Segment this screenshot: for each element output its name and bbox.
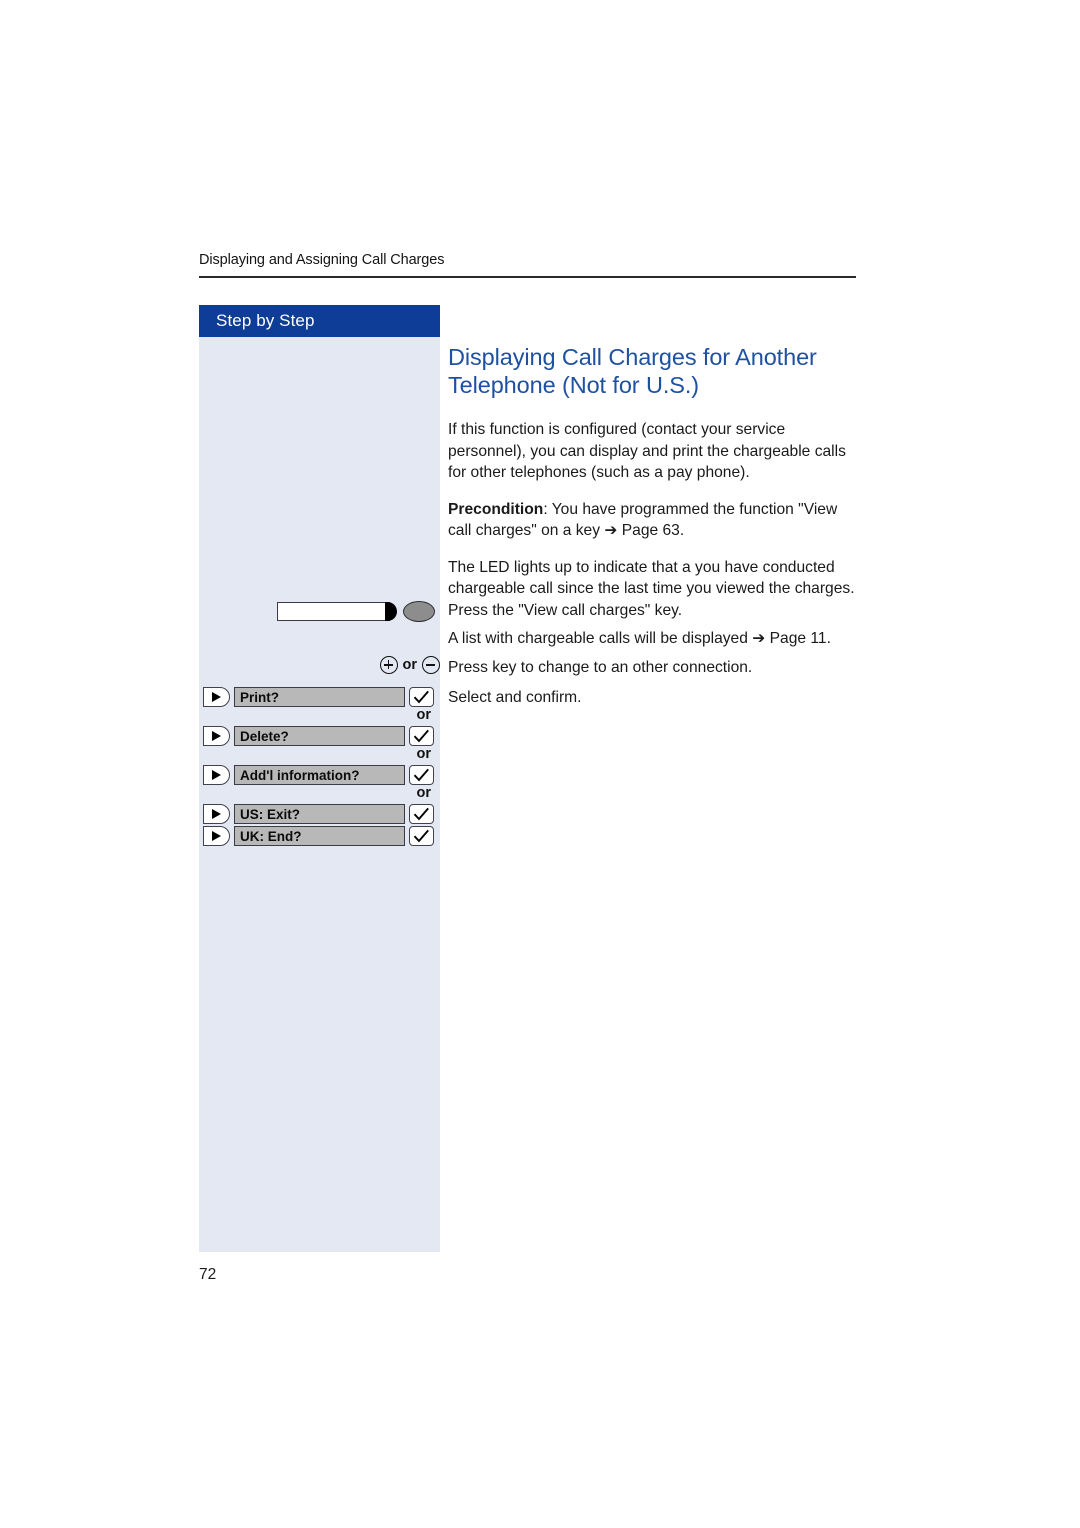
confirm-check-icon[interactable]	[409, 726, 434, 746]
precondition-label: Precondition	[448, 500, 544, 518]
header-divider	[199, 276, 856, 278]
content-column: Displaying Call Charges for Another Tele…	[448, 343, 856, 615]
softkey-separator-3: or	[199, 785, 440, 803]
softkey-separator-1: or	[199, 707, 440, 725]
intro-paragraph: If this function is configured (contact …	[448, 421, 846, 481]
step-instruction-press-view-call-charges: Press the "View call charges" key.	[448, 602, 683, 619]
key-body	[277, 602, 390, 621]
step-instruction-select-confirm: Select and confirm.	[448, 689, 582, 706]
softkey-row-us-exit[interactable]: US: Exit?	[199, 803, 440, 825]
select-arrow-icon[interactable]	[203, 765, 230, 785]
minus-key-icon[interactable]	[422, 656, 440, 674]
confirm-check-icon[interactable]	[409, 804, 434, 824]
softkey-label-delete[interactable]: Delete?	[234, 726, 405, 746]
function-key-icon	[277, 600, 435, 626]
step-instruction-press-key-change: Press key to change to an other connecti…	[448, 659, 753, 676]
select-arrow-icon[interactable]	[203, 826, 230, 846]
select-arrow-icon[interactable]	[203, 804, 230, 824]
document-page: Displaying and Assigning Call Charges St…	[0, 0, 1080, 1528]
softkey-row-delete[interactable]: Delete?	[199, 725, 440, 747]
softkey-label-us-exit[interactable]: US: Exit?	[234, 804, 405, 824]
confirm-check-icon[interactable]	[409, 826, 434, 846]
confirm-check-icon[interactable]	[409, 765, 434, 785]
led-indicator-icon	[403, 601, 435, 622]
plus-key-icon[interactable]	[379, 656, 398, 674]
step-by-step-title: Step by Step	[216, 311, 315, 330]
or-label: or	[416, 707, 432, 723]
plus-minus-key-row: or	[360, 654, 440, 676]
select-arrow-icon[interactable]	[203, 687, 230, 707]
confirm-check-icon[interactable]	[409, 687, 434, 707]
running-header: Displaying and Assigning Call Charges	[199, 252, 445, 268]
page-number: 72	[199, 1266, 217, 1283]
softkey-label-print[interactable]: Print?	[234, 687, 405, 707]
softkey-separator-2: or	[199, 746, 440, 764]
or-label-inline: or	[402, 656, 418, 673]
softkey-label-addl-information[interactable]: Add'l information?	[234, 765, 405, 785]
softkey-list: Print? or Delete? or Add'l information? …	[199, 686, 440, 847]
softkey-row-uk-end[interactable]: UK: End?	[199, 825, 440, 847]
select-arrow-icon[interactable]	[203, 726, 230, 746]
softkey-row-addl-information[interactable]: Add'l information?	[199, 764, 440, 786]
step-instruction-list-displayed: A list with chargeable calls will be dis…	[448, 630, 831, 647]
key-cap-icon	[385, 602, 397, 621]
page-title: Displaying Call Charges for Another Tele…	[448, 344, 817, 398]
or-label: or	[416, 746, 432, 762]
softkey-label-uk-end[interactable]: UK: End?	[234, 826, 405, 846]
softkey-row-print[interactable]: Print?	[199, 686, 440, 708]
led-paragraph: The LED lights up to indicate that a you…	[448, 558, 855, 598]
precondition-paragraph: Precondition: You have programmed the fu…	[448, 499, 856, 542]
or-label: or	[416, 785, 432, 801]
